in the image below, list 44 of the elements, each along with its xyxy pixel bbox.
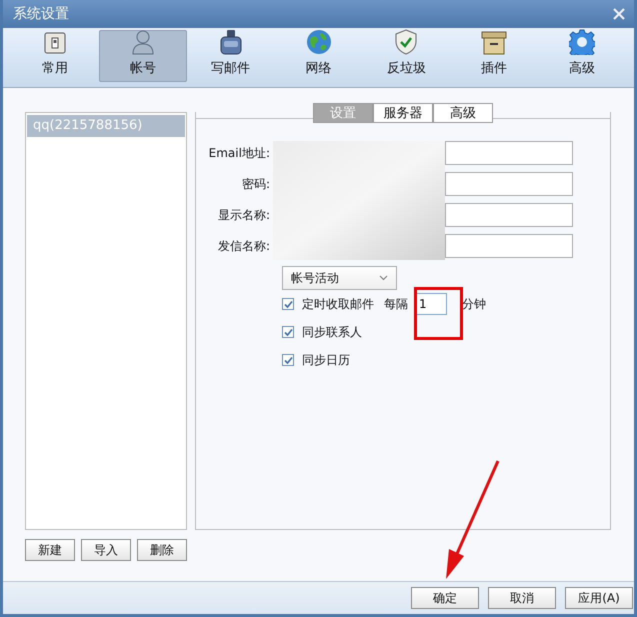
highlight-box bbox=[414, 287, 463, 340]
input-field[interactable] bbox=[445, 172, 573, 196]
field-label: 密码: bbox=[240, 176, 270, 192]
account-button[interactable]: 删除 bbox=[137, 539, 187, 561]
tab[interactable]: 高级 bbox=[433, 103, 493, 123]
globe-icon bbox=[306, 29, 332, 55]
close-icon[interactable] bbox=[612, 7, 626, 21]
account-button[interactable]: 导入 bbox=[81, 539, 131, 561]
archive-box-icon bbox=[481, 31, 508, 55]
field-label: Email地址: bbox=[208, 144, 270, 162]
field-label: 发信名称: bbox=[216, 238, 270, 254]
toolbar-tab[interactable]: 常用 bbox=[11, 30, 99, 82]
unit-label: 分钟 bbox=[462, 296, 486, 312]
tab[interactable]: 服务器 bbox=[373, 103, 433, 123]
interval-label: 每隔 bbox=[384, 296, 408, 312]
field-label: 显示名称: bbox=[216, 206, 270, 224]
toolbar-tab[interactable]: 反垃圾 bbox=[362, 30, 450, 82]
checkbox[interactable] bbox=[282, 298, 294, 310]
toolbar-tab[interactable]: 帐号 bbox=[98, 30, 187, 82]
checkbox-label: 同步日历 bbox=[302, 352, 350, 368]
input-field[interactable] bbox=[445, 234, 573, 258]
toolbar-tab[interactable]: 插件 bbox=[450, 30, 538, 82]
shield-check-icon bbox=[394, 29, 418, 55]
toolbar-tab[interactable]: 网络 bbox=[274, 30, 362, 82]
panel-icon bbox=[42, 31, 67, 55]
dialog-button[interactable]: 确定 bbox=[411, 587, 479, 609]
toolbar-tab[interactable]: 写邮件 bbox=[186, 30, 275, 82]
checkbox[interactable] bbox=[282, 326, 294, 338]
toolbar-tab[interactable]: 高级 bbox=[538, 30, 626, 82]
checkbox[interactable] bbox=[282, 354, 294, 366]
person-icon bbox=[130, 29, 155, 55]
dialog-button[interactable]: 取消 bbox=[488, 587, 556, 609]
chevron-icon bbox=[379, 275, 388, 281]
dropdown[interactable]: 帐号活动 bbox=[282, 266, 397, 290]
ink-bottle-icon bbox=[218, 29, 243, 55]
account-button[interactable]: 新建 bbox=[25, 539, 75, 561]
input-field[interactable] bbox=[445, 141, 573, 165]
checkbox-label: 定时收取邮件 bbox=[302, 296, 374, 312]
interval-field[interactable]: 1 bbox=[415, 293, 447, 315]
gear-icon bbox=[569, 29, 596, 55]
window-title: 系统设置 bbox=[13, 5, 69, 23]
input-field[interactable] bbox=[445, 203, 573, 227]
checkbox-label: 同步联系人 bbox=[302, 324, 362, 340]
dialog-button[interactable]: 应用(A) bbox=[565, 587, 633, 609]
